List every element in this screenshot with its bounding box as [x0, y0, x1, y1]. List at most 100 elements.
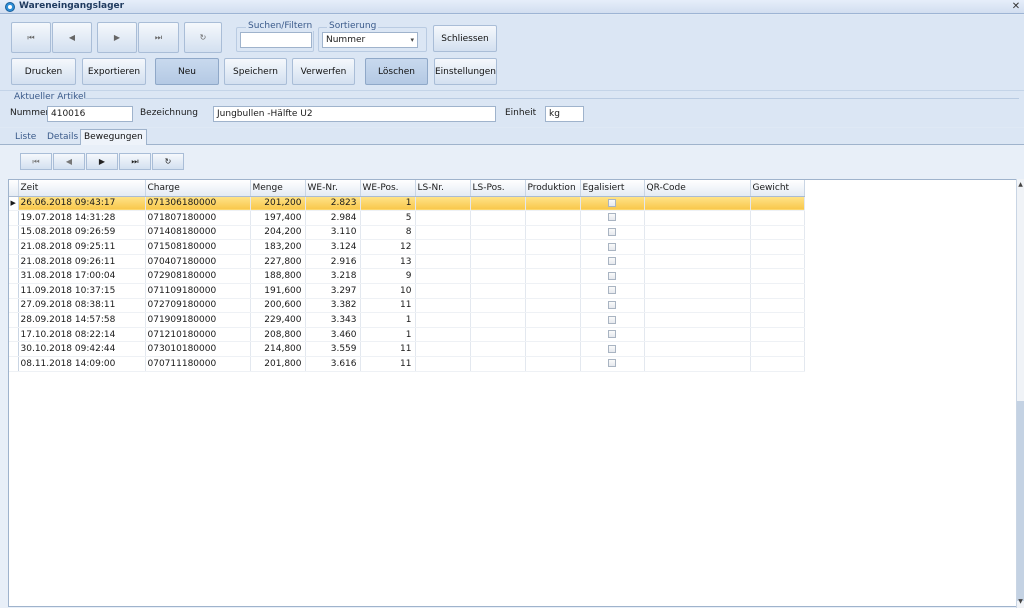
settings-button[interactable]: Einstellungen	[434, 58, 497, 85]
column-header[interactable]: Zeit	[18, 180, 146, 197]
cell-menge[interactable]: 200,600	[250, 298, 306, 314]
discard-button[interactable]: Verwerfen	[292, 58, 355, 85]
refresh-button[interactable]: ↻	[184, 22, 222, 53]
row-indicator[interactable]	[9, 341, 19, 358]
cell-we-pos[interactable]: 10	[360, 283, 416, 299]
table-row[interactable]: 27.09.2018 08:38:11 072709180000 200,600 3.…	[9, 298, 805, 314]
cell-charge[interactable]: 071508180000	[145, 239, 251, 255]
cell-charge[interactable]: 071408180000	[145, 225, 251, 241]
cell-charge[interactable]: 071807180000	[145, 210, 251, 226]
cell-charge[interactable]: 072908180000	[145, 268, 251, 285]
table-row[interactable]: 30.10.2018 09:42:44 073010180000 214,800 3.…	[9, 341, 805, 358]
cell-egalisiert[interactable]	[580, 312, 645, 328]
new-button[interactable]: Neu	[155, 58, 219, 85]
egalisiert-checkbox[interactable]	[608, 315, 616, 324]
cell-egalisiert[interactable]	[580, 254, 645, 270]
egalisiert-checkbox[interactable]	[608, 257, 616, 266]
cell-produktion[interactable]	[525, 356, 581, 372]
grid-refresh-button[interactable]: ↻	[152, 153, 184, 170]
cell-menge[interactable]: 191,600	[250, 283, 306, 299]
cell-egalisiert[interactable]	[580, 298, 645, 314]
grid-last-button[interactable]: ⏭	[119, 153, 151, 170]
first-record-button[interactable]: ⏮	[11, 22, 51, 53]
cell-menge[interactable]: 227,800	[250, 254, 306, 270]
egalisiert-checkbox[interactable]	[608, 286, 616, 295]
egalisiert-checkbox[interactable]	[608, 271, 616, 280]
cell-ls-nr[interactable]	[415, 327, 471, 343]
table-row[interactable]: 31.08.2018 17:00:04 072908180000 188,800 3.…	[9, 268, 805, 285]
column-header[interactable]: Charge	[145, 180, 251, 197]
cell-we-pos[interactable]: 11	[360, 298, 416, 314]
table-row[interactable]: 19.07.2018 14:31:28 071807180000 197,400 2.…	[9, 210, 805, 226]
table-row[interactable]: 11.09.2018 10:37:15 071109180000 191,600 3.…	[9, 283, 805, 299]
row-indicator[interactable]	[9, 312, 19, 328]
row-indicator[interactable]	[9, 327, 19, 343]
cell-we-pos[interactable]: 13	[360, 254, 416, 270]
last-record-button[interactable]: ⏭	[138, 22, 179, 53]
cell-we-pos[interactable]: 5	[360, 210, 416, 226]
row-indicator[interactable]	[9, 239, 19, 255]
cell-zeit[interactable]: 21.08.2018 09:26:11	[18, 254, 146, 270]
cell-charge[interactable]: 073010180000	[145, 341, 251, 358]
next-record-button[interactable]: ▶	[97, 22, 137, 53]
cell-qr-code[interactable]	[644, 254, 751, 270]
cell-ls-pos[interactable]	[470, 356, 526, 372]
cell-qr-code[interactable]	[644, 327, 751, 343]
cell-ls-pos[interactable]	[470, 225, 526, 241]
cell-egalisiert[interactable]	[580, 327, 645, 343]
cell-charge[interactable]: 070711180000	[145, 356, 251, 372]
cell-we-pos[interactable]: 12	[360, 239, 416, 255]
cell-we-nr[interactable]: 3.218	[305, 268, 361, 285]
cell-we-nr[interactable]: 3.110	[305, 225, 361, 241]
vertical-scrollbar[interactable]: ▲ ▼	[1016, 179, 1024, 608]
cell-qr-code[interactable]	[644, 283, 751, 299]
cell-ls-nr[interactable]	[415, 225, 471, 241]
row-indicator[interactable]	[9, 298, 19, 314]
cell-produktion[interactable]	[525, 341, 581, 358]
cell-we-pos[interactable]: 11	[360, 341, 416, 358]
search-input[interactable]	[240, 32, 312, 48]
cell-ls-nr[interactable]	[415, 312, 471, 328]
table-row[interactable]: 17.10.2018 08:22:14 071210180000 208,800 3.…	[9, 327, 805, 343]
cell-ls-nr[interactable]	[415, 298, 471, 314]
tab-bewegungen[interactable]: Bewegungen	[80, 129, 147, 146]
row-indicator[interactable]	[9, 225, 19, 241]
cell-zeit[interactable]: 11.09.2018 10:37:15	[18, 283, 146, 299]
cell-we-pos[interactable]: 1	[360, 312, 416, 328]
cell-zeit[interactable]: 27.09.2018 08:38:11	[18, 298, 146, 314]
cell-gewicht[interactable]	[750, 210, 805, 226]
cell-qr-code[interactable]	[644, 210, 751, 226]
cell-we-nr[interactable]: 3.297	[305, 283, 361, 299]
cell-egalisiert[interactable]	[580, 225, 645, 241]
cell-produktion[interactable]	[525, 239, 581, 255]
column-header[interactable]: Produktion	[525, 180, 581, 197]
cell-gewicht[interactable]	[750, 225, 805, 241]
cell-ls-pos[interactable]	[470, 298, 526, 314]
sort-select[interactable]: Nummer ▾	[322, 32, 418, 48]
cell-ls-nr[interactable]	[415, 210, 471, 226]
cell-we-nr[interactable]: 3.616	[305, 356, 361, 372]
cell-gewicht[interactable]	[750, 239, 805, 255]
scroll-down-icon[interactable]: ▼	[1017, 598, 1024, 605]
cell-gewicht[interactable]	[750, 312, 805, 328]
cell-charge[interactable]: 071909180000	[145, 312, 251, 328]
column-header[interactable]: LS-Nr.	[415, 180, 471, 197]
cell-zeit[interactable]: 26.06.2018 09:43:17	[18, 196, 146, 212]
cell-menge[interactable]: 201,200	[250, 196, 306, 212]
cell-we-pos[interactable]: 1	[360, 327, 416, 343]
cell-we-pos[interactable]: 11	[360, 356, 416, 372]
cell-we-nr[interactable]: 2.823	[305, 196, 361, 212]
cell-menge[interactable]: 201,800	[250, 356, 306, 372]
cell-we-nr[interactable]: 3.559	[305, 341, 361, 358]
cell-ls-nr[interactable]	[415, 239, 471, 255]
cell-zeit[interactable]: 30.10.2018 09:42:44	[18, 341, 146, 358]
cell-qr-code[interactable]	[644, 239, 751, 255]
cell-zeit[interactable]: 15.08.2018 09:26:59	[18, 225, 146, 241]
cell-zeit[interactable]: 31.08.2018 17:00:04	[18, 268, 146, 285]
cell-we-nr[interactable]: 3.124	[305, 239, 361, 255]
cell-produktion[interactable]	[525, 327, 581, 343]
row-indicator[interactable]	[9, 268, 19, 285]
cell-qr-code[interactable]	[644, 356, 751, 372]
cell-we-pos[interactable]: 9	[360, 268, 416, 285]
cell-gewicht[interactable]	[750, 298, 805, 314]
